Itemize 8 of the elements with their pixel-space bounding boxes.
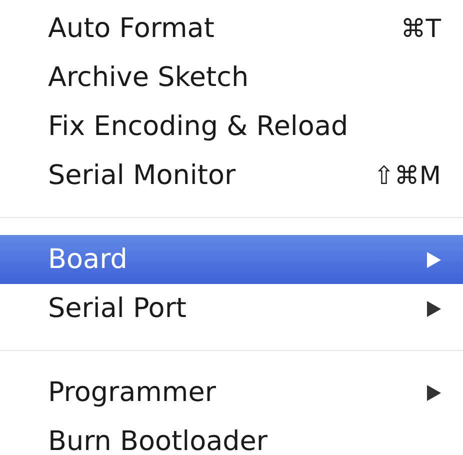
menu-item[interactable]: Archive Sketch [0, 53, 463, 102]
menu-item[interactable]: Serial Monitor ⇧⌘M [0, 151, 463, 200]
menu-item[interactable]: Fix Encoding & Reload [0, 102, 463, 151]
menu-item[interactable]: Programmer [0, 368, 463, 417]
menu-item[interactable]: Board [0, 235, 463, 284]
menu-item[interactable]: Serial Port [0, 284, 463, 333]
menu-item[interactable]: Burn Bootloader [0, 417, 463, 455]
menu-item[interactable]: Auto Format ⌘T [0, 4, 463, 53]
